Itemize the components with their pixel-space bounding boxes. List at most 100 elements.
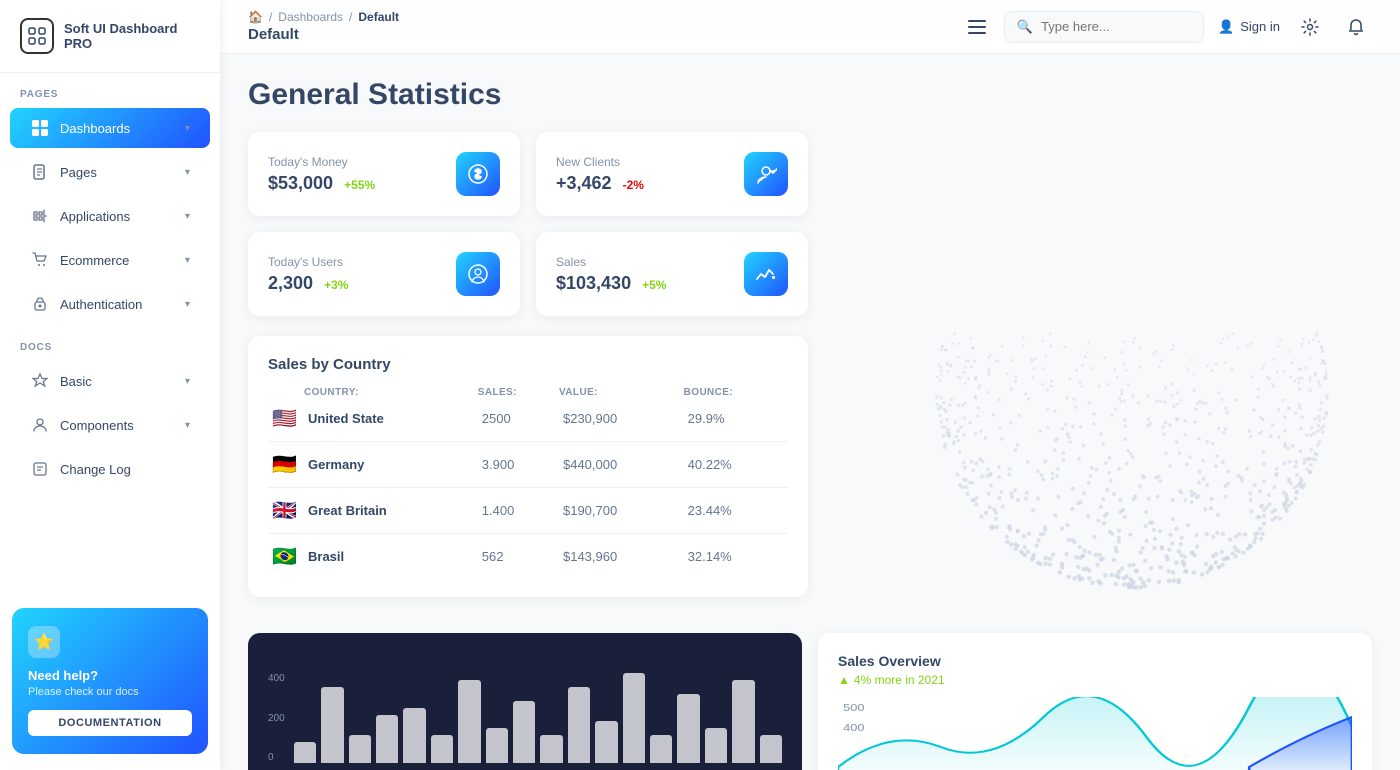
basic-icon — [30, 371, 50, 391]
authentication-chevron: ▾ — [185, 299, 190, 310]
sidebar-item-dashboards[interactable]: Dashboards ▾ — [10, 108, 210, 148]
search-box: 🔍 — [1004, 11, 1204, 43]
breadcrumb-current: Default — [358, 10, 399, 24]
country-row: 🇺🇸 United State 2500 $230,900 29.9% — [268, 398, 788, 439]
pages-icon — [30, 162, 50, 182]
stat-card-users: Today's Users 2,300 +3% — [248, 232, 520, 316]
help-title: Need help? — [28, 668, 192, 683]
sign-in-button[interactable]: 👤 Sign in — [1218, 19, 1280, 35]
clients-value: +3,462 -2% — [556, 173, 644, 194]
users-label: Today's Users — [268, 255, 348, 269]
sidebar-item-pages[interactable]: Pages ▾ — [10, 152, 210, 192]
sales-overview-card: Sales Overview ▲ 4% more in 2021 — [818, 633, 1372, 770]
applications-icon — [30, 206, 50, 226]
dashboards-chevron: ▾ — [185, 123, 190, 134]
settings-button[interactable] — [1294, 11, 1326, 43]
dashboards-icon — [30, 118, 50, 138]
users-value: 2,300 +3% — [268, 273, 348, 294]
clients-label: New Clients — [556, 155, 644, 169]
page-title: General Statistics — [248, 78, 1372, 112]
bar — [677, 694, 699, 763]
applications-label: Applications — [60, 209, 175, 224]
col-value: Value: — [559, 387, 684, 398]
search-input[interactable] — [1041, 19, 1191, 34]
brand-name: Soft UI Dashboard PRO — [64, 21, 200, 51]
sidebar-item-applications[interactable]: Applications ▾ — [10, 196, 210, 236]
sidebar: Soft UI Dashboard PRO PAGES Dashboards ▾… — [0, 0, 220, 770]
bar — [321, 687, 343, 763]
sidebar-item-changelog[interactable]: Change Log — [10, 449, 210, 489]
brand-icon — [20, 18, 54, 54]
authentication-icon — [30, 294, 50, 314]
help-subtitle: Please check our docs — [28, 686, 192, 698]
search-icon: 🔍 — [1017, 19, 1033, 35]
bar — [595, 721, 617, 763]
money-value: $53,000 +55% — [268, 173, 375, 194]
users-icon — [456, 252, 500, 296]
changelog-icon — [30, 459, 50, 479]
header: 🏠 / Dashboards / Default Default 🔍 👤 Sig… — [220, 0, 1400, 54]
country-row: 🇬🇧 Great Britain 1.400 $190,700 23.44% — [268, 490, 788, 531]
money-change: +55% — [344, 178, 375, 192]
components-label: Components — [60, 418, 175, 433]
dashboards-label: Dashboards — [60, 121, 175, 136]
bar — [705, 728, 727, 763]
header-right: 🔍 👤 Sign in — [964, 11, 1372, 43]
stat-card-money: Today's Money $53,000 +55% — [248, 132, 520, 216]
bar — [540, 735, 562, 763]
bar — [568, 687, 590, 763]
sidebar-help: ⭐ Need help? Please check our docs DOCUM… — [12, 608, 208, 754]
bar — [431, 735, 453, 763]
bottom-row: 400 200 0 Sales Overview ▲ 4% more in 20… — [248, 633, 1372, 770]
bar — [294, 742, 316, 763]
stat-card-clients: New Clients +3,462 -2% — [536, 132, 808, 216]
bar — [349, 735, 371, 763]
ecommerce-icon — [30, 250, 50, 270]
svg-text:500: 500 — [843, 703, 864, 713]
sales-overview-subtitle: ▲ 4% more in 2021 — [838, 673, 1352, 687]
bar — [458, 680, 480, 763]
stats-cards-col: Today's Money $53,000 +55% — [248, 132, 808, 613]
bar — [760, 735, 782, 763]
stats-grid: Today's Money $53,000 +55% — [248, 132, 808, 316]
sales-icon — [744, 252, 788, 296]
bars-container — [294, 673, 782, 763]
sales-change: +5% — [642, 278, 666, 292]
ecommerce-label: Ecommerce — [60, 253, 175, 268]
stats-globe-wrapper: Today's Money $53,000 +55% — [248, 132, 1372, 613]
svg-text:400: 400 — [843, 723, 864, 733]
users-change: +3% — [324, 278, 348, 292]
components-icon — [30, 415, 50, 435]
sidebar-item-components[interactable]: Components ▾ — [10, 405, 210, 445]
basic-chevron: ▾ — [185, 376, 190, 387]
hamburger-button[interactable] — [964, 16, 990, 38]
country-table: Country: Sales: Value: Bounce: 🇺🇸 United… — [268, 387, 788, 577]
line-chart-area: 500 400 — [838, 697, 1352, 770]
pages-chevron: ▾ — [185, 167, 190, 178]
authentication-label: Authentication — [60, 297, 175, 312]
documentation-button[interactable]: DOCUMENTATION — [28, 710, 192, 736]
breadcrumb: 🏠 / Dashboards / Default Default — [248, 10, 399, 43]
sidebar-item-ecommerce[interactable]: Ecommerce ▾ — [10, 240, 210, 280]
sidebar-item-authentication[interactable]: Authentication ▾ — [10, 284, 210, 324]
sales-by-country: Sales by Country Country: Sales: Value: … — [248, 336, 808, 597]
bar — [513, 701, 535, 763]
col-country: Country: — [304, 387, 478, 398]
bar — [732, 680, 754, 763]
sign-in-label: Sign in — [1240, 19, 1280, 34]
basic-label: Basic — [60, 374, 175, 389]
col-sales: Sales: — [478, 387, 559, 398]
sales-value: $103,430 +5% — [556, 273, 666, 294]
breadcrumb-title: Default — [248, 26, 399, 43]
sidebar-item-basic[interactable]: Basic ▾ — [10, 361, 210, 401]
sales-label: Sales — [556, 255, 666, 269]
country-row: 🇧🇷 Brasil 562 $143,960 32.14% — [268, 536, 788, 577]
clients-change: -2% — [623, 178, 644, 192]
applications-chevron: ▾ — [185, 211, 190, 222]
notifications-button[interactable] — [1340, 11, 1372, 43]
sales-country-title: Sales by Country — [268, 356, 788, 373]
bar-chart-card: 400 200 0 — [248, 633, 802, 770]
home-icon: 🏠 — [248, 10, 263, 24]
docs-section-label: DOCS — [0, 326, 220, 359]
clients-icon — [744, 152, 788, 196]
